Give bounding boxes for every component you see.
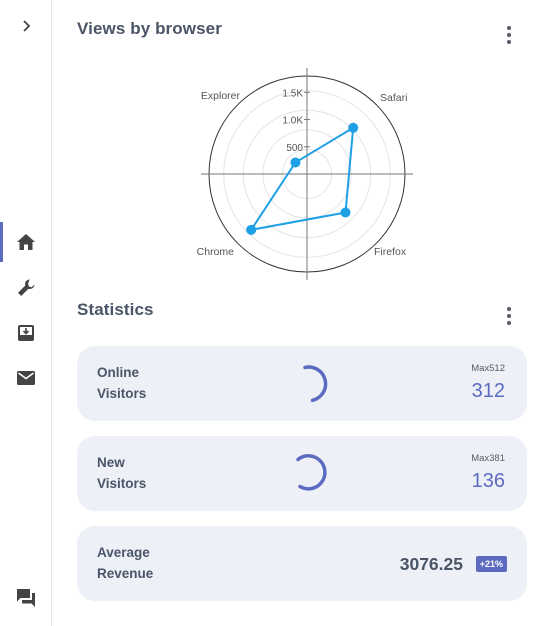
radar-category-label-firefox: Firefox bbox=[374, 246, 407, 258]
radar-tick-label: 1.5K bbox=[282, 88, 303, 99]
new-visitors-max: Max381 bbox=[471, 453, 505, 464]
sidebar-item-mail[interactable] bbox=[0, 356, 52, 400]
main-content: Views by browser 500 1.0K 1.5K Safari Firef… bbox=[52, 0, 552, 626]
sidebar-item-home[interactable] bbox=[0, 220, 52, 264]
average-revenue-value: 3076.25 bbox=[399, 554, 463, 574]
radar-category-label-chrome: Chrome bbox=[197, 246, 235, 258]
kebab-dot-icon bbox=[507, 314, 511, 318]
kebab-dot-icon bbox=[507, 321, 511, 325]
chat-icon bbox=[17, 589, 35, 607]
online-visitors-spinner-icon bbox=[303, 365, 328, 403]
radar-tick-label: 500 bbox=[286, 143, 303, 154]
new-visitors-label-line2: Visitors bbox=[97, 476, 147, 491]
radar-point-chrome bbox=[246, 224, 257, 235]
new-visitors-spinner-icon bbox=[296, 454, 327, 491]
radar-tick-label: 1.0K bbox=[282, 116, 303, 127]
mail-icon bbox=[17, 371, 35, 385]
online-visitors-label-line2: Visitors bbox=[97, 386, 147, 401]
radar-category-label-explorer: Explorer bbox=[201, 90, 241, 102]
kebab-dot-icon bbox=[507, 307, 511, 311]
revenue-change-badge: +21% bbox=[475, 556, 507, 572]
new-visitors-card: New Visitors Max381 136 bbox=[77, 436, 527, 511]
radar-point-explorer bbox=[290, 157, 301, 168]
radar-point-safari bbox=[348, 122, 359, 133]
average-revenue-label-line1: Average bbox=[97, 545, 150, 560]
sidebar bbox=[0, 0, 52, 626]
wrench-icon bbox=[18, 279, 35, 296]
online-visitors-card: Online Visitors Max512 312 bbox=[77, 346, 527, 421]
statistics-menu-button[interactable] bbox=[499, 304, 519, 328]
sidebar-item-inbox[interactable] bbox=[0, 311, 52, 355]
radar-category-label-safari: Safari bbox=[380, 92, 407, 104]
new-visitors-value: 136 bbox=[471, 470, 505, 492]
kebab-dot-icon bbox=[507, 33, 511, 37]
online-visitors-label: Online Visitors bbox=[97, 362, 146, 404]
new-visitors-label: New Visitors bbox=[97, 452, 146, 494]
chevron-right-icon bbox=[23, 20, 31, 32]
sidebar-item-feedback[interactable] bbox=[0, 576, 52, 620]
radar-tick-labels: 500 1.0K 1.5K bbox=[282, 88, 303, 153]
online-visitors-label-line1: Online bbox=[97, 365, 140, 380]
browser-radar-chart: 500 1.0K 1.5K Safari Firefox Chrome Explorer bbox=[197, 68, 413, 280]
inbox-download-icon bbox=[18, 325, 34, 341]
statistics-title: Statistics bbox=[77, 300, 154, 319]
new-visitors-label-line1: New bbox=[97, 455, 125, 470]
views-card-menu-button[interactable] bbox=[499, 23, 519, 47]
sidebar-item-tools[interactable] bbox=[0, 266, 52, 310]
radar-point-firefox bbox=[340, 207, 351, 218]
kebab-dot-icon bbox=[507, 26, 511, 30]
average-revenue-label: Average Revenue bbox=[97, 542, 153, 584]
home-icon bbox=[17, 234, 35, 250]
views-card-title: Views by browser bbox=[77, 19, 222, 38]
sidebar-expand-button[interactable] bbox=[0, 4, 52, 48]
online-visitors-value: 312 bbox=[471, 380, 505, 402]
online-visitors-max: Max512 bbox=[471, 363, 505, 374]
kebab-dot-icon bbox=[507, 40, 511, 44]
average-revenue-label-line2: Revenue bbox=[97, 566, 154, 581]
average-revenue-card: Average Revenue 3076.25 +21% bbox=[77, 526, 527, 601]
